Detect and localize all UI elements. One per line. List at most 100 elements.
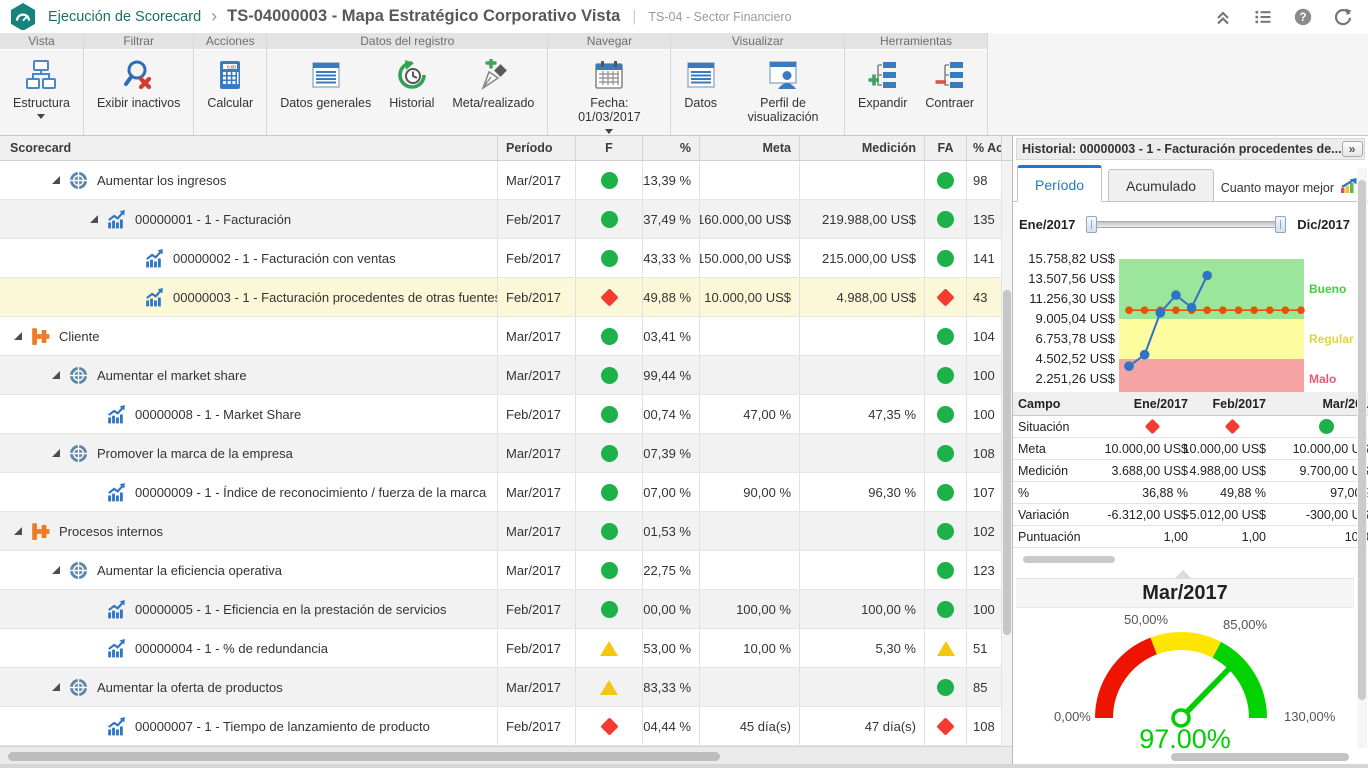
panel-vertical-scrollbar-thumb[interactable]	[1358, 180, 1366, 700]
row-label: Promover la marca de la empresa	[97, 446, 293, 461]
expand-arrow-icon[interactable]	[90, 215, 98, 223]
table-vertical-scrollbar[interactable]	[1002, 161, 1012, 746]
detail-row-situaci-n: Situación	[1013, 416, 1368, 438]
status-green-circle	[601, 172, 618, 189]
column-header-medicion[interactable]: Medición	[800, 136, 925, 160]
refresh-icon[interactable]	[1334, 8, 1352, 26]
breadcrumb-app-title[interactable]: Ejecución de Scorecard	[48, 9, 201, 25]
help-icon[interactable]: ?	[1294, 8, 1312, 26]
ribbon-button-contraer[interactable]: Contraer	[916, 57, 983, 112]
ribbon-button-calcular[interactable]: 0,00Calcular	[198, 57, 262, 112]
column-header-meta[interactable]: Meta	[700, 136, 800, 160]
status-green-circle	[601, 562, 618, 579]
column-header-fa[interactable]: FA	[925, 136, 967, 160]
table-row[interactable]: Promover la marca de la empresaMar/20171…	[0, 434, 1012, 473]
ribbon-button-meta-realizado[interactable]: Meta/realizado	[443, 57, 543, 112]
detail-table-header: CampoEne/2017Feb/2017Mar/2017	[1013, 392, 1368, 416]
slider-track[interactable]	[1087, 221, 1285, 228]
status-green-circle	[937, 367, 954, 384]
historial-tabs: Período Acumulado Cuanto mayor mejor	[1013, 163, 1368, 202]
ribbon-button-fecha-01-03-2017[interactable]: Fecha: 01/03/2017	[552, 57, 666, 136]
metric-icon	[107, 639, 126, 658]
table-row[interactable]: ClienteMar/2017103,41 %104	[0, 317, 1012, 356]
page-context: TS-04 - Sector Financiero	[648, 10, 791, 24]
ribbon-button-datos[interactable]: Datos	[675, 57, 726, 112]
table-row[interactable]: Aumentar la eficiencia operativaMar/2017…	[0, 551, 1012, 590]
table-row[interactable]: 00000009 - 1 - Índice de reconocimiento …	[0, 473, 1012, 512]
ribbon-button-perfil-de-visualizaci-n[interactable]: Perfil de visualización	[726, 57, 840, 127]
datasheet-icon	[310, 59, 342, 91]
ribbon-button-historial[interactable]: Historial	[380, 57, 443, 112]
ribbon-button-estructura[interactable]: Estructura	[4, 57, 79, 121]
table-row[interactable]: 00000007 - 1 - Tiempo de lanzamiento de …	[0, 707, 1012, 746]
detail-row-meta: Meta10.000,00 US$10.000,00 US$10.000,00 …	[1013, 438, 1368, 460]
table-row[interactable]: Aumentar la oferta de productosMar/20178…	[0, 668, 1012, 707]
status-green-circle	[601, 367, 618, 384]
detail-table-scrollbar-thumb[interactable]	[1023, 556, 1115, 563]
detail-row-label: Variación	[1013, 508, 1111, 522]
table-row[interactable]: Aumentar el market shareMar/201799,44 %1…	[0, 356, 1012, 395]
gauge-value: 97.00%	[1016, 724, 1354, 755]
column-header-pct[interactable]: %	[643, 136, 700, 160]
status-green-circle	[937, 523, 954, 540]
header-actions: ?	[1214, 8, 1352, 26]
table-vertical-scrollbar-thumb[interactable]	[1003, 290, 1011, 635]
table-row[interactable]: 00000008 - 1 - Market ShareFeb/2017100,7…	[0, 395, 1012, 434]
status-red-diamond	[1224, 419, 1240, 435]
expand-arrow-icon[interactable]	[52, 449, 60, 457]
expand-arrow-icon[interactable]	[52, 371, 60, 379]
metric-icon	[107, 717, 126, 736]
slider-handle-end[interactable]	[1275, 216, 1286, 233]
ribbon-button-exibir-inactivos[interactable]: Exibir inactivos	[88, 57, 189, 112]
expand-arrow-icon[interactable]	[52, 566, 60, 574]
table-row[interactable]: Procesos internosMar/2017101,53 %102	[0, 512, 1012, 551]
tab-acumulado[interactable]: Acumulado	[1108, 169, 1214, 202]
table-row[interactable]: 00000002 - 1 - Facturación con ventasFeb…	[0, 239, 1012, 278]
detail-row-medici-n: Medición3.688,00 US$4.988,00 US$9.700,00…	[1013, 460, 1368, 482]
ribbon-button-datos-generales[interactable]: Datos generales	[271, 57, 380, 112]
table-row[interactable]: 00000001 - 1 - FacturaciónFeb/2017137,49…	[0, 200, 1012, 239]
table-row[interactable]: Aumentar los ingresosMar/2017113,39 %98	[0, 161, 1012, 200]
table-row[interactable]: 00000003 - 1 - Facturación procedentes d…	[0, 278, 1012, 317]
svg-text:Bueno: Bueno	[1309, 282, 1346, 296]
slider-handle-start[interactable]	[1086, 216, 1097, 233]
list-icon[interactable]	[1254, 8, 1272, 26]
dropdown-caret-icon	[605, 129, 613, 134]
table-horizontal-scrollbar-thumb[interactable]	[8, 752, 720, 761]
objective-icon	[69, 444, 88, 463]
ribbon-button-expandir[interactable]: Expandir	[849, 57, 916, 112]
status-green-circle	[937, 172, 954, 189]
expand-arrow-icon[interactable]	[14, 332, 22, 340]
status-yellow-triangle	[600, 641, 618, 656]
status-green-circle	[937, 406, 954, 423]
gauge-label-max: 130,00%	[1284, 709, 1335, 724]
historial-panel-titlebar: Historial: 00000003 - 1 - Facturación pr…	[1016, 138, 1365, 160]
column-header-pct-acum[interactable]: % Acum	[967, 136, 1002, 160]
expand-arrow-icon[interactable]	[14, 527, 22, 535]
table-row[interactable]: 00000005 - 1 - Eficiencia en la prestaci…	[0, 590, 1012, 629]
ribbon-group-datos-del-registro: Datos del registroDatos generalesHistori…	[267, 33, 548, 135]
table-row[interactable]: 00000004 - 1 - % de redundanciaFeb/20175…	[0, 629, 1012, 668]
metric-icon	[107, 600, 126, 619]
slider-to-label: Dic/2017	[1297, 217, 1350, 232]
panel-horizontal-scrollbar-thumb[interactable]	[1171, 753, 1349, 761]
column-header-f[interactable]: F	[576, 136, 643, 160]
column-header-periodo[interactable]: Período	[498, 136, 576, 160]
row-label: Aumentar la oferta de productos	[97, 680, 283, 695]
expand-arrow-icon[interactable]	[52, 683, 60, 691]
gauge-label-high: 85,00%	[1223, 617, 1267, 632]
panel-expand-button[interactable]: »	[1342, 141, 1363, 157]
status-red-diamond	[936, 717, 954, 735]
status-green-circle	[601, 601, 618, 618]
ribbon-group-vista: VistaEstructura	[0, 33, 84, 135]
status-green-circle	[601, 250, 618, 267]
gauge-pointer-icon	[1174, 570, 1192, 579]
row-label: Aumentar el market share	[97, 368, 247, 383]
detail-table: CampoEne/2017Feb/2017Mar/2017SituaciónMe…	[1013, 392, 1368, 549]
tab-periodo[interactable]: Período	[1017, 165, 1102, 202]
expand-arrow-icon[interactable]	[52, 176, 60, 184]
ribbon-group-filtrar: FiltrarExibir inactivos	[84, 33, 194, 135]
column-header-scorecard[interactable]: Scorecard	[0, 136, 498, 160]
panel-vertical-scrollbar[interactable]	[1357, 168, 1367, 748]
collapse-ribbon-icon[interactable]	[1214, 8, 1232, 26]
